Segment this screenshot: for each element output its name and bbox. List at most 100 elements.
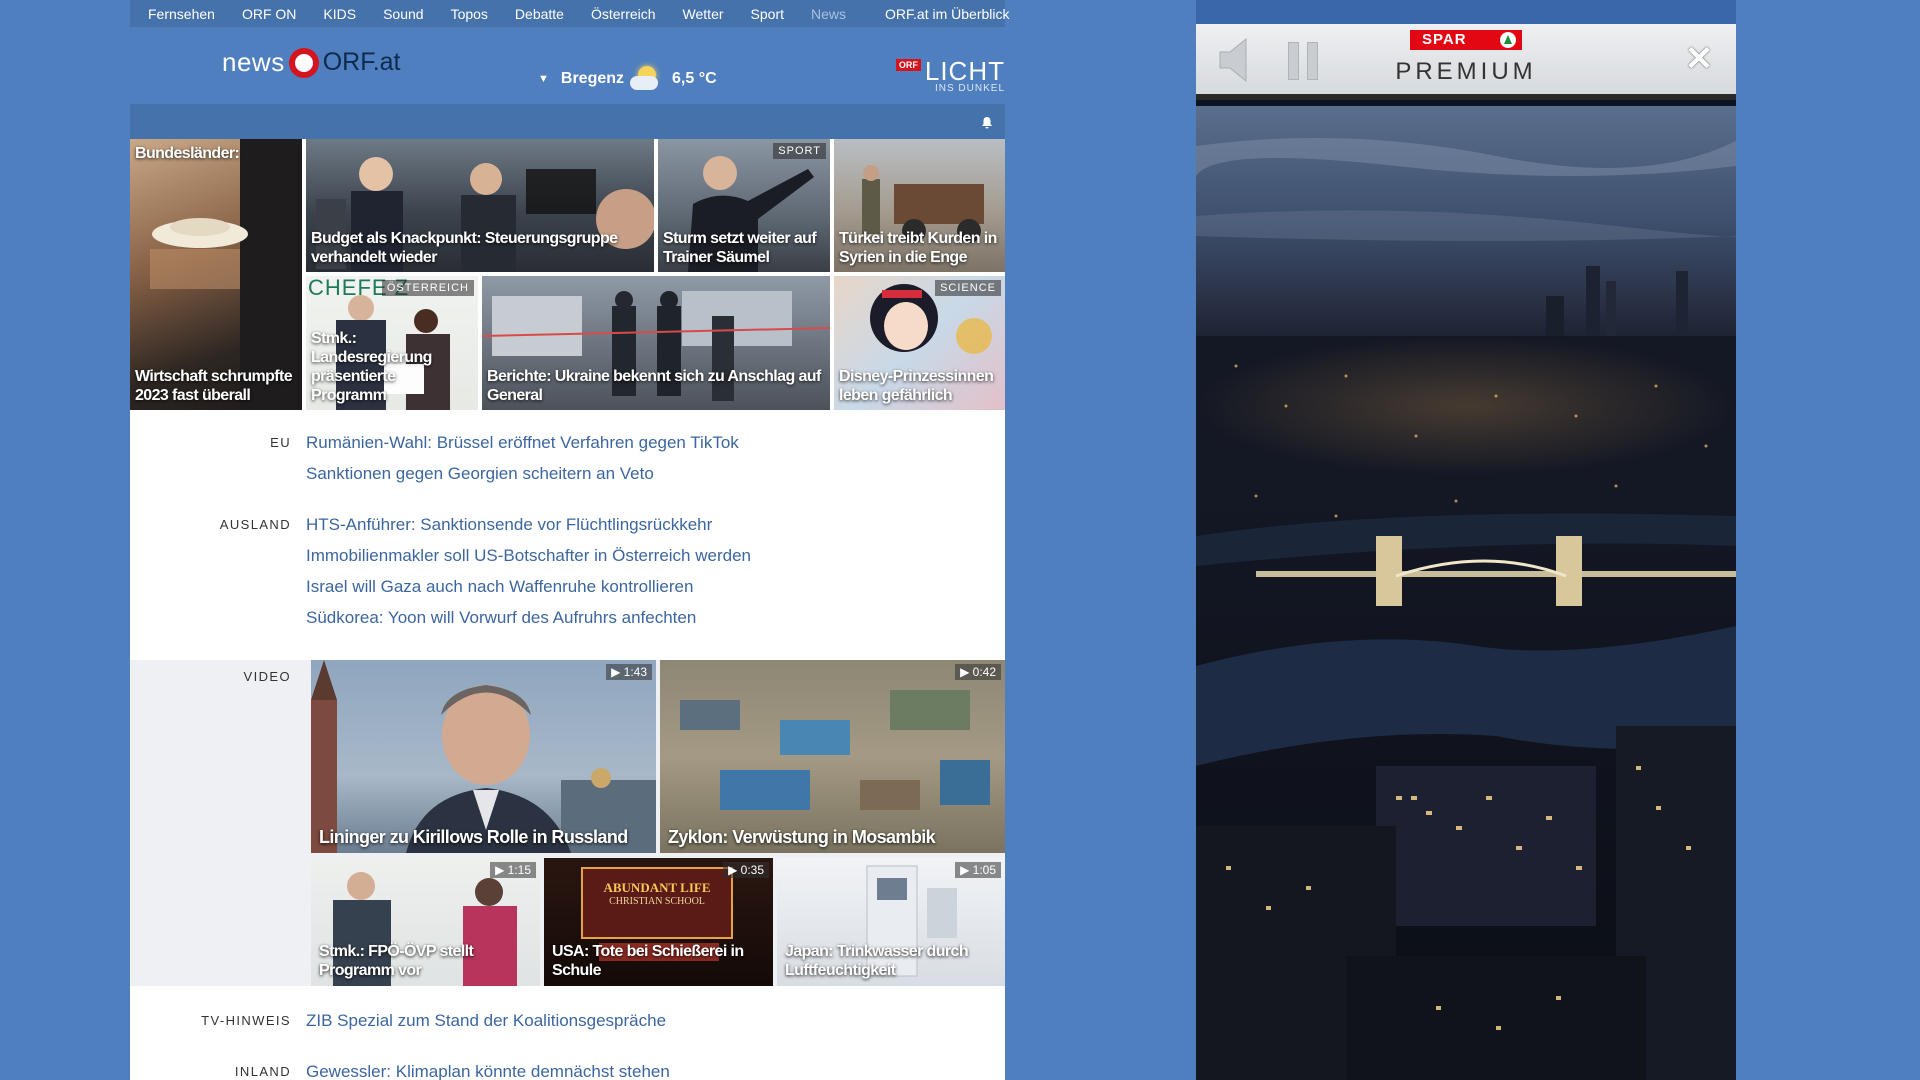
teaser-caption: Sturm setzt weiter auf Trainer Säumel (663, 230, 817, 266)
teaser-disney[interactable]: SCIENCE Disney-Prinzessinnen leben gefäh… (834, 276, 1005, 410)
nav-fernsehen[interactable]: Fernsehen (148, 6, 215, 22)
news-link[interactable]: Rumänien-Wahl: Brüssel eröffnet Verfahre… (306, 427, 739, 458)
teaser-sturm[interactable]: SPORT Sturm setzt weiter auf Trainer Säu… (658, 139, 830, 272)
orf-page: Fernsehen ORF ON KIDS Sound Topos Debatt… (130, 0, 1009, 1080)
section-links: HTS-Anführer: Sanktionsende vor Flüchtli… (306, 509, 751, 633)
teaser-stmk[interactable]: CHEFE Z ÖSTERREICH Stmk.: Landesregierun… (306, 276, 478, 410)
section-links: ZIB Spezial zum Stand der Koalitionsgesp… (306, 1005, 666, 1036)
play-icon: ▶ (611, 665, 624, 679)
video-duration: ▶ 1:15 (490, 862, 536, 878)
section-video: VIDEO ▶ 1:43 Lininger zu Kirillows Rolle… (130, 660, 1005, 986)
news-link[interactable]: Israel will Gaza auch nach Waffenruhe ko… (306, 571, 751, 602)
play-icon: ▶ (728, 863, 741, 877)
speaker-mute-icon[interactable] (1216, 36, 1256, 84)
nav-sound[interactable]: Sound (383, 6, 423, 22)
video-duration: ▶ 0:42 (955, 664, 1001, 680)
video-caption: Zyklon: Verwüstung in Mosambik (668, 827, 936, 847)
section-label: INLAND (234, 1064, 291, 1079)
teaser-berichte[interactable]: Berichte: Ukraine bekennt sich zu Anschl… (482, 276, 830, 410)
teaser-grid: Bundesländer: Wirtschaft schrumpfte 2023… (130, 139, 1005, 410)
teaser-caption: Disney-Prinzessinnen leben gefährlich (839, 368, 994, 404)
pause-icon[interactable] (1288, 42, 1320, 80)
close-icon[interactable]: ✕ (1682, 42, 1716, 76)
section-label: AUSLAND (219, 517, 291, 532)
news-link[interactable]: Südkorea: Yoon will Vorwurf des Aufruhrs… (306, 602, 751, 633)
video-tile[interactable]: ▶ 1:15 Stmk.: FPÖ-ÖVP stellt Programm vo… (311, 858, 540, 986)
video-caption: Stmk.: FPÖ-ÖVP stellt Programm vor (319, 943, 474, 979)
site-header: news ORF.at ▼ Bregenz 6,5 °C ORF LICHT IN… (130, 27, 1005, 104)
ad-control-bar: SPAR PREMIUM ✕ (1196, 24, 1736, 100)
teaser-caption: Berichte: Ukraine bekennt sich zu Anschl… (487, 368, 821, 404)
teaser-caption: Wirtschaft schrumpfte 2023 fast überall (135, 368, 293, 404)
section-links: Gewessler: Klimaplan könnte demnächst st… (306, 1056, 670, 1080)
spar-tree-icon (1500, 32, 1516, 48)
licht-ins-dunkel-logo[interactable]: ORF LICHT INS DUNKEL (895, 56, 1005, 94)
video-tile[interactable]: ABUNDANT LIFE CHRISTIAN SCHOOL ▶ 0:35 US… (544, 858, 773, 986)
category-tag-oesterreich: ÖSTERREICH (381, 280, 474, 296)
weather-city: Bregenz (560, 70, 625, 87)
teaser-caption: Budget als Knackpunkt: Steuerungsgruppe … (311, 230, 618, 266)
cyclone-damage-photo (680, 690, 990, 810)
section-label: VIDEO (243, 669, 291, 684)
news-link[interactable]: HTS-Anführer: Sanktionsende vor Flüchtli… (306, 509, 751, 540)
news-link[interactable]: Immobilienmakler soll US-Botschafter in … (306, 540, 751, 571)
kremlin-studio-photo (311, 660, 656, 853)
spar-logo: SPAR (1410, 30, 1522, 50)
nav-sport[interactable]: Sport (751, 6, 784, 22)
nav-overview[interactable]: ORF.at im Überblick (885, 6, 1009, 22)
notification-bar (130, 104, 1005, 139)
nav-oesterreich[interactable]: Österreich (591, 6, 656, 22)
play-icon: ▶ (495, 863, 508, 877)
teaser-caption: Stmk.: Landesregierung präsentierte Prog… (311, 330, 432, 404)
logo-news-text: news (222, 47, 285, 77)
video-duration: ▶ 0:35 (723, 862, 769, 878)
video-duration: ▶ 1:43 (606, 664, 652, 680)
teaser-bundeslaender-label: Bundesländer: (135, 145, 240, 162)
partly-sunny-icon (630, 64, 666, 94)
category-tag-sport: SPORT (773, 143, 826, 159)
teaser-caption: Türkei treibt Kurden in Syrien in die En… (839, 230, 997, 266)
play-icon: ▶ (960, 665, 973, 679)
news-link[interactable]: ZIB Spezial zum Stand der Koalitionsgesp… (306, 1005, 666, 1036)
section-label: TV-HINWEIS (201, 1013, 291, 1028)
school-sign-line1: ABUNDANT LIFE (603, 880, 711, 895)
nav-kids[interactable]: KIDS (323, 6, 356, 22)
school-sign-line2: CHRISTIAN SCHOOL (609, 896, 705, 907)
ad-top-strip (1196, 0, 1736, 24)
video-caption: USA: Tote bei Schießerei in Schule (552, 943, 744, 979)
video-tile[interactable]: ▶ 1:05 Japan: Trinkwasser durch Luftfeuc… (777, 858, 1005, 986)
section-label: EU (270, 435, 291, 450)
video-duration: ▶ 1:05 (955, 862, 1001, 878)
teaser-bundeslaender[interactable]: Bundesländer: Wirtschaft schrumpfte 2023… (130, 139, 302, 410)
ad-title: PREMIUM (1395, 58, 1537, 85)
bell-icon[interactable] (981, 116, 993, 129)
news-link[interactable]: Gewessler: Klimaplan könnte demnächst st… (306, 1056, 670, 1080)
orf-badge: ORF (895, 59, 921, 71)
licht-title: LICHT (924, 56, 1005, 86)
weather-widget[interactable]: ▼ Bregenz 6,5 °C (538, 64, 717, 94)
play-icon: ▶ (960, 863, 973, 877)
teaser-tuerkei[interactable]: Türkei treibt Kurden in Syrien in die En… (834, 139, 1005, 272)
nav-debatte[interactable]: Debatte (515, 6, 564, 22)
section-links: Rumänien-Wahl: Brüssel eröffnet Verfahre… (306, 427, 739, 489)
video-tile[interactable]: ▶ 1:43 Lininger zu Kirillows Rolle in Ru… (311, 660, 656, 853)
teaser-budget[interactable]: Budget als Knackpunkt: Steuerungsgruppe … (306, 139, 654, 272)
video-ad-panel: SPAR PREMIUM ✕ (1196, 0, 1736, 1080)
video-tile[interactable]: ▶ 0:42 Zyklon: Verwüstung in Mosambik (660, 660, 1005, 853)
news-orf-logo[interactable]: news ORF.at (222, 47, 401, 78)
nav-wetter[interactable]: Wetter (683, 6, 724, 22)
video-caption: Lininger zu Kirillows Rolle in Russland (319, 827, 628, 847)
nav-topos[interactable]: Topos (451, 6, 488, 22)
nav-news[interactable]: News (811, 6, 846, 22)
nav-orf-on[interactable]: ORF ON (242, 6, 296, 22)
top-navigation: Fernsehen ORF ON KIDS Sound Topos Debatt… (130, 0, 1009, 27)
weather-temp: 6,5 °C (672, 70, 717, 87)
news-link[interactable]: Sanktionen gegen Georgien scheitern an V… (306, 458, 739, 489)
logo-orf-text: ORF.at (322, 48, 401, 76)
london-night-video[interactable] (1196, 106, 1736, 1080)
category-tag-science: SCIENCE (935, 280, 1001, 296)
video-caption: Japan: Trinkwasser durch Luftfeuchtigkei… (785, 943, 969, 979)
dropdown-triangle-icon: ▼ (538, 73, 549, 85)
main-content: Bundesländer: Wirtschaft schrumpfte 2023… (130, 139, 1005, 1080)
orf-ring-icon (288, 47, 319, 78)
